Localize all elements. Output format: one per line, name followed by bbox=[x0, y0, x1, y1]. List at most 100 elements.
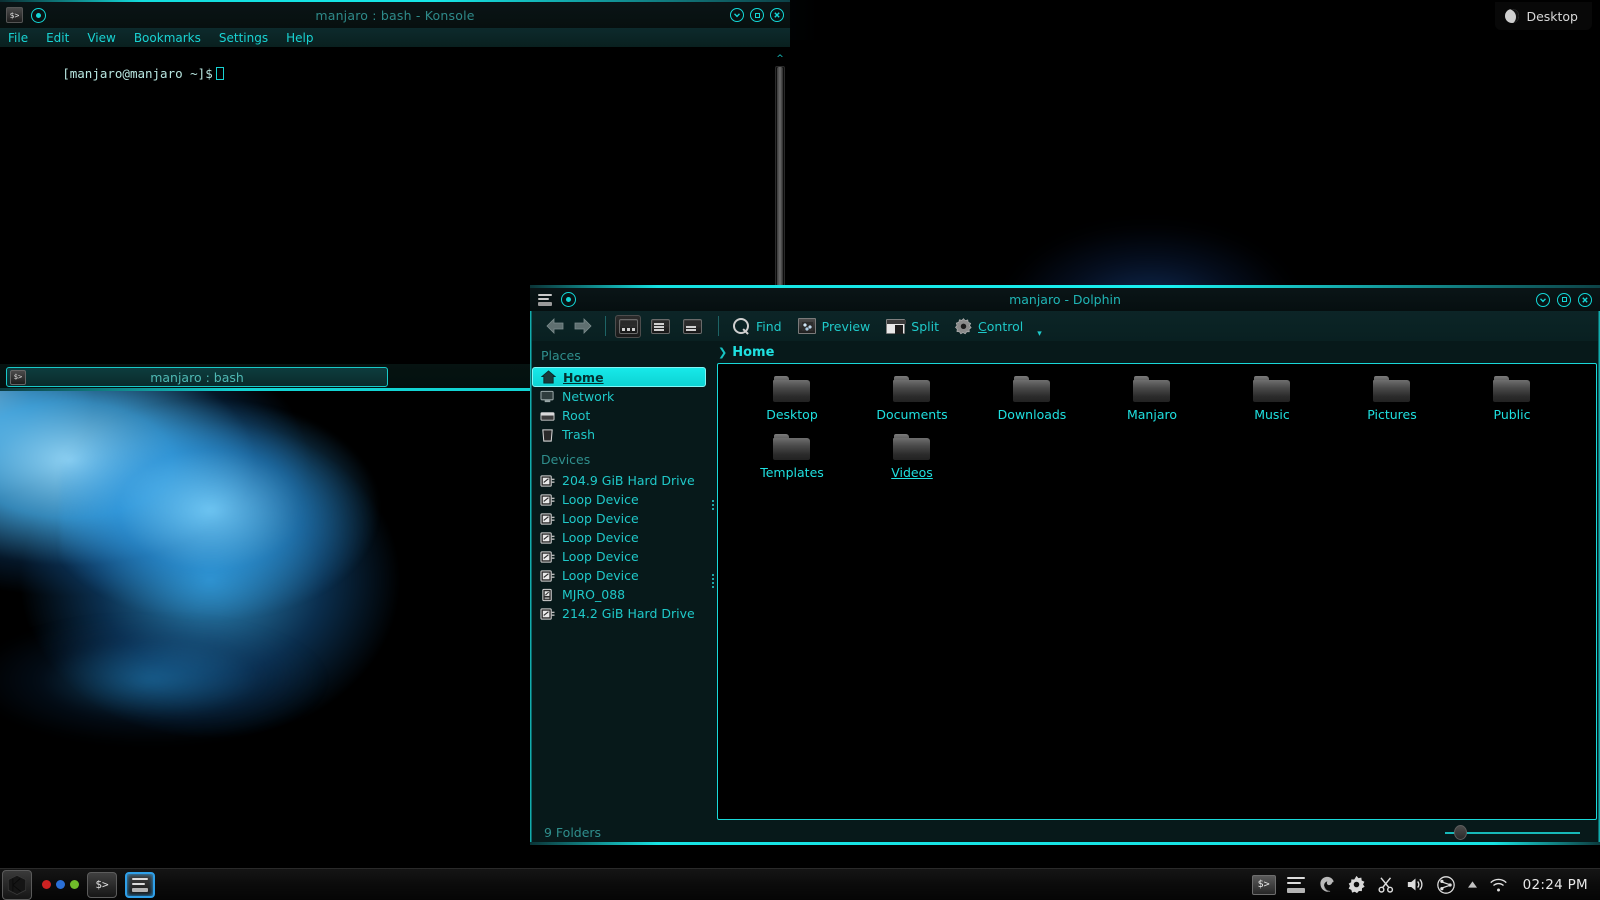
hard-drive-icon bbox=[540, 569, 555, 583]
konsole-tab-label: manjaro : bash bbox=[150, 369, 244, 385]
network-share-icon[interactable] bbox=[1436, 875, 1456, 895]
chevron-down-icon[interactable]: ▾ bbox=[1037, 329, 1042, 339]
taskbar[interactable]: $> $> 02:24 PM bbox=[0, 868, 1600, 900]
konsole-tab[interactable]: $> manjaro : bash bbox=[6, 367, 388, 387]
menu-help[interactable]: Help bbox=[286, 31, 313, 45]
device-item[interactable]: Loop Device bbox=[532, 509, 710, 528]
breadcrumb[interactable]: ❯ Home bbox=[716, 341, 1594, 363]
zoom-slider-handle[interactable] bbox=[1454, 825, 1467, 840]
file-item[interactable]: Pictures bbox=[1332, 376, 1452, 434]
konsole-titlebar[interactable]: $> manjaro : bash - Konsole bbox=[0, 2, 790, 28]
maximize-icon[interactable] bbox=[1557, 292, 1571, 307]
file-manager-icon[interactable] bbox=[1286, 876, 1305, 893]
device-item[interactable]: Loop Device bbox=[532, 528, 710, 547]
settings-gear-icon[interactable] bbox=[1347, 875, 1366, 894]
place-item-network[interactable]: Network bbox=[532, 387, 710, 406]
clipboard-scissors-icon[interactable] bbox=[1377, 876, 1395, 894]
compact-view-icon[interactable] bbox=[647, 315, 673, 338]
menu-file[interactable]: File bbox=[8, 31, 28, 45]
icon-view-container[interactable]: Desktop Documents Downloads Manjaro Musi… bbox=[717, 363, 1597, 820]
places-section-header: Places bbox=[541, 348, 581, 363]
dolphin-window[interactable]: manjaro - Dolphin Find Preview Split Con… bbox=[530, 285, 1600, 845]
window-menu-icon[interactable] bbox=[561, 292, 576, 307]
file-item[interactable]: Desktop bbox=[732, 376, 852, 434]
network-icon bbox=[540, 390, 555, 404]
pager-dot-red[interactable] bbox=[42, 880, 51, 889]
file-item[interactable]: Downloads bbox=[972, 376, 1092, 434]
device-label: Loop Device bbox=[562, 568, 639, 583]
window-menu-icon[interactable] bbox=[31, 7, 46, 23]
hard-drive-icon bbox=[540, 531, 555, 545]
folder-icon bbox=[1133, 376, 1171, 403]
hard-drive-icon bbox=[540, 474, 555, 488]
wifi-icon[interactable] bbox=[1489, 877, 1508, 893]
place-item-trash[interactable]: Trash bbox=[532, 425, 710, 444]
menu-bookmarks[interactable]: Bookmarks bbox=[134, 31, 201, 45]
firefox-icon[interactable] bbox=[1316, 875, 1336, 895]
system-tray[interactable]: $> 02:24 PM bbox=[1251, 869, 1600, 900]
minimize-icon[interactable] bbox=[1536, 292, 1550, 307]
terminal-icon[interactable]: $> bbox=[1251, 874, 1276, 895]
place-item-root[interactable]: Root bbox=[532, 406, 710, 425]
root-folder-icon bbox=[540, 409, 555, 423]
kde-logo-icon[interactable] bbox=[2, 869, 32, 900]
preview-label: Preview bbox=[821, 318, 871, 334]
menu-settings[interactable]: Settings bbox=[219, 31, 268, 45]
pager-dots[interactable] bbox=[42, 880, 79, 889]
hard-drive-icon bbox=[540, 512, 555, 526]
places-panel[interactable]: Places Home Network Root Trash Devices 2… bbox=[532, 341, 710, 822]
show-hidden-arrow-icon[interactable] bbox=[1467, 880, 1478, 889]
device-label: MJRO_088 bbox=[562, 587, 626, 602]
file-item[interactable]: Templates bbox=[732, 434, 852, 492]
device-item[interactable]: Loop Device bbox=[532, 566, 710, 585]
toolbar-separator bbox=[605, 316, 606, 336]
device-item[interactable]: Loop Device bbox=[532, 490, 710, 509]
find-button[interactable]: Find bbox=[728, 314, 791, 338]
file-label: Manjaro bbox=[1126, 407, 1177, 422]
pager-dot-blue[interactable] bbox=[56, 880, 65, 889]
close-icon[interactable] bbox=[1578, 292, 1592, 307]
back-arrow-icon[interactable] bbox=[542, 315, 568, 337]
device-item[interactable]: Loop Device bbox=[532, 547, 710, 566]
device-item[interactable]: 204.9 GiB Hard Drive bbox=[532, 471, 710, 490]
devices-section-header: Devices bbox=[541, 452, 591, 467]
menu-edit[interactable]: Edit bbox=[46, 31, 69, 45]
pager-dot-green[interactable] bbox=[70, 880, 79, 889]
file-item[interactable]: Public bbox=[1452, 376, 1572, 434]
dolphin-window-border-bottom bbox=[530, 842, 1600, 845]
taskbar-item-konsole[interactable]: $> bbox=[87, 871, 117, 898]
file-item[interactable]: Documents bbox=[852, 376, 972, 434]
folder-icon bbox=[1493, 376, 1531, 403]
desktop-widget-label: Desktop bbox=[1526, 8, 1578, 24]
zoom-slider[interactable] bbox=[1445, 825, 1580, 840]
place-label: Network bbox=[562, 389, 615, 404]
maximize-icon[interactable] bbox=[750, 8, 764, 22]
clock[interactable]: 02:24 PM bbox=[1523, 877, 1588, 893]
folder-icon bbox=[1253, 376, 1291, 403]
file-item[interactable]: Music bbox=[1212, 376, 1332, 434]
split-button[interactable]: Split bbox=[881, 314, 948, 338]
file-item[interactable]: Manjaro bbox=[1092, 376, 1212, 434]
taskbar-item-dolphin[interactable] bbox=[125, 871, 155, 898]
file-item[interactable]: Videos bbox=[852, 434, 972, 492]
device-item-mjro[interactable]: MJRO_088 bbox=[532, 585, 710, 604]
menu-view[interactable]: View bbox=[87, 31, 115, 45]
dolphin-statusbar: 9 Folders bbox=[532, 822, 1598, 842]
minimize-icon[interactable] bbox=[730, 8, 744, 22]
volume-icon[interactable] bbox=[1406, 876, 1425, 893]
scroll-up-icon[interactable]: ^ bbox=[774, 55, 786, 64]
control-button[interactable]: Control bbox=[950, 314, 1032, 338]
preview-button[interactable]: Preview bbox=[793, 314, 880, 338]
dolphin-titlebar[interactable]: manjaro - Dolphin bbox=[530, 288, 1600, 311]
breadcrumb-current[interactable]: Home bbox=[732, 345, 774, 360]
close-icon[interactable] bbox=[770, 8, 784, 22]
konsole-menubar[interactable]: File Edit View Bookmarks Settings Help bbox=[0, 28, 790, 47]
forward-arrow-icon[interactable] bbox=[570, 315, 596, 337]
preview-icon bbox=[797, 318, 816, 334]
icons-view-icon[interactable] bbox=[615, 314, 641, 338]
desktop-pager-widget[interactable]: Desktop bbox=[1495, 2, 1592, 30]
place-item-home[interactable]: Home bbox=[532, 367, 706, 387]
dolphin-toolbar[interactable]: Find Preview Split Control ▾ bbox=[532, 311, 1598, 341]
device-item[interactable]: 214.2 GiB Hard Drive bbox=[532, 604, 710, 623]
details-view-icon[interactable] bbox=[679, 315, 705, 338]
